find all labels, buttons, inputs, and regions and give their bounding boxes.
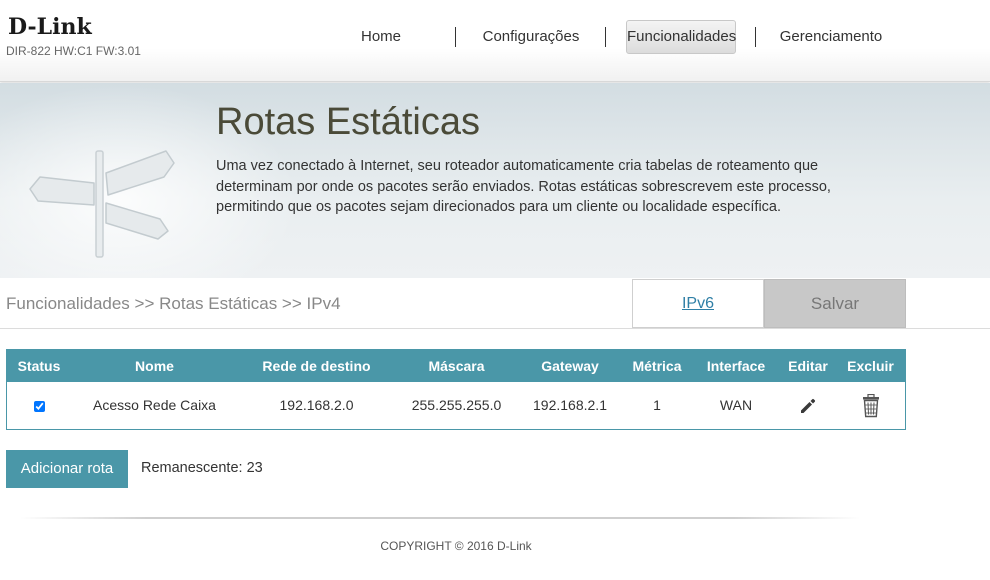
column-header-gateway: Gateway [541, 358, 599, 374]
save-button[interactable]: Salvar [764, 279, 906, 328]
column-header-mascara: Máscara [428, 358, 485, 374]
column-header-nome: Nome [135, 358, 174, 374]
remaining-label: Remanescente: [141, 460, 243, 476]
page-description: Uma vez conectado à Internet, seu rotead… [216, 158, 831, 215]
signpost-icon [29, 150, 175, 258]
nav-configuracoes[interactable]: Configurações [476, 20, 586, 54]
remaining-count: 23 [246, 460, 263, 476]
nav-funcionalidades[interactable]: Funcionalidades [626, 20, 736, 54]
status-cell [7, 382, 71, 429]
ipv6-tab: IPv6 [632, 279, 764, 328]
route-metric: 1 [653, 397, 661, 413]
table-header: Status Nome Rede de destino Máscara Gate… [7, 350, 905, 382]
breadcrumb: Funcionalidades >> Rotas Estáticas >> IP… [6, 294, 341, 313]
add-route-button[interactable]: Adicionar rota [6, 450, 128, 488]
edit-cell [780, 382, 836, 429]
nav-home[interactable]: Home [336, 20, 426, 54]
status-checkbox[interactable] [33, 400, 45, 412]
nav-gerenciamento[interactable]: Gerenciamento [776, 20, 886, 54]
route-name: Acesso Rede Caixa [93, 397, 216, 413]
main-nav: Home Configurações Funcionalidades Geren… [0, 20, 990, 54]
column-header-status: Status [17, 358, 61, 374]
column-header-rede-destino: Rede de destino [262, 358, 371, 374]
pencil-icon[interactable] [798, 396, 818, 416]
route-interface: WAN [719, 397, 753, 413]
ipv6-link[interactable]: IPv6 [682, 295, 714, 312]
breadcrumb-bar: Funcionalidades >> Rotas Estáticas >> IP… [0, 278, 990, 329]
delete-cell [836, 382, 905, 429]
page-banner: Rotas Estáticas Uma vez conectado à Inte… [0, 83, 990, 278]
footer-divider [20, 517, 860, 519]
route-destination: 192.168.2.0 [279, 397, 354, 413]
nav-divider [755, 27, 756, 47]
copyright-text: COPYRIGHT © 2016 D-Link [380, 539, 532, 553]
page-title: Rotas Estáticas [216, 101, 480, 143]
column-header-interface: Interface [706, 358, 766, 374]
nav-divider [455, 27, 456, 47]
column-header-excluir: Excluir [847, 358, 894, 374]
table-row: Acesso Rede Caixa 192.168.2.0 255.255.25… [7, 382, 905, 429]
top-header: D-Link DIR-822 HW:C1 FW:3.01 Home Config… [0, 0, 990, 82]
static-routes-table: Status Nome Rede de destino Máscara Gate… [6, 349, 906, 430]
route-gateway: 192.168.2.1 [533, 397, 607, 413]
route-mask: 255.255.255.0 [411, 397, 502, 413]
nav-divider [605, 27, 606, 47]
trash-icon[interactable] [861, 394, 881, 418]
remaining-routes: Remanescente: 23 [141, 460, 263, 476]
column-header-editar: Editar [788, 358, 828, 374]
column-header-metrica: Métrica [632, 358, 682, 374]
